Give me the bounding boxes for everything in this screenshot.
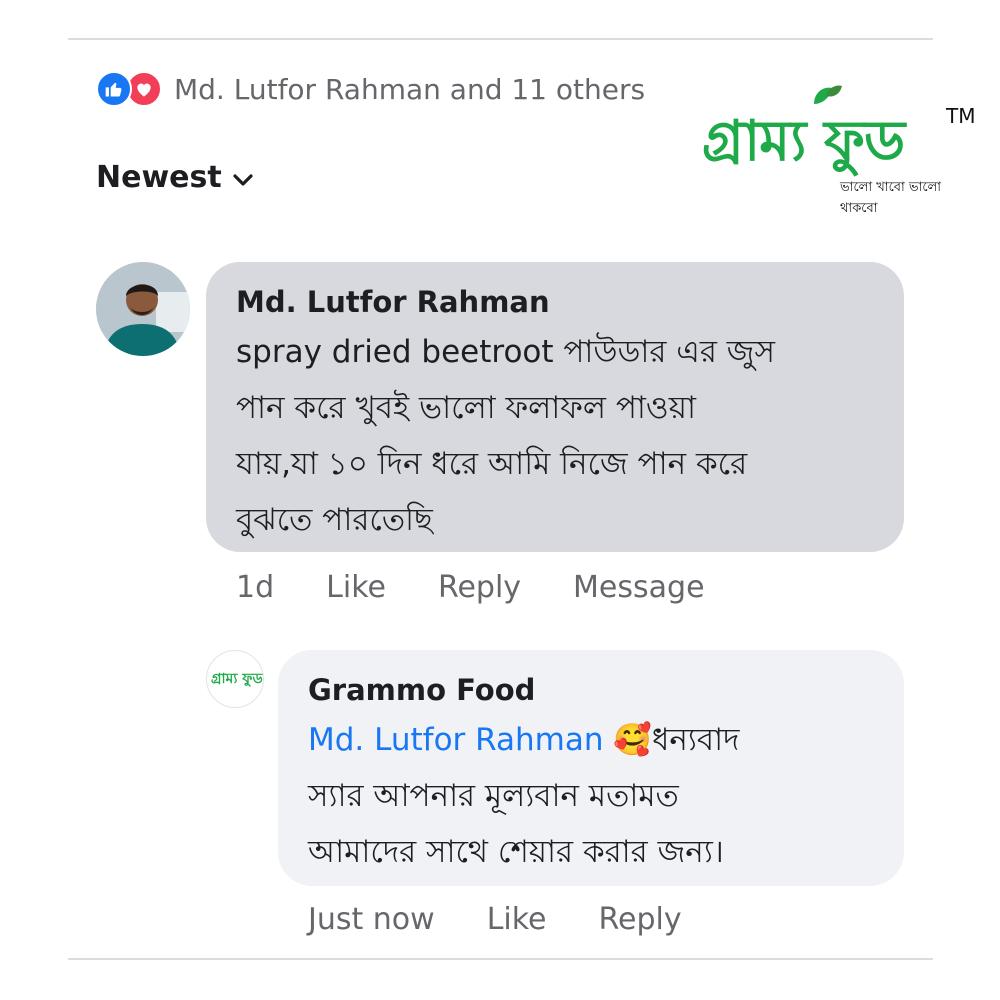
comment-line: spray dried beetroot পাউডার এর জুস: [236, 334, 775, 370]
comment-body: spray dried beetroot পাউডার এর জুস পান ক…: [236, 324, 876, 548]
reply-body: Md. Lutfor Rahman 🥰ধন্যবাদ স্যার আপনার ম…: [308, 712, 876, 880]
reply-line-tail: ধন্যবাদ: [651, 722, 740, 758]
mention-link[interactable]: Md. Lutfor Rahman: [308, 722, 603, 758]
reply-line: Md. Lutfor Rahman 🥰ধন্যবাদ: [308, 712, 876, 768]
like-reaction-icon: [96, 71, 132, 107]
comment-line: যায়,যা ১০ দিন ধরে আমি নিজে পান করে: [236, 446, 748, 482]
comment-actions: 1d Like Reply Message: [236, 570, 757, 605]
comment-line: বুঝতে পারতেছি: [236, 502, 433, 538]
sort-label: Newest: [96, 160, 222, 195]
comment-timestamp[interactable]: 1d: [236, 570, 274, 605]
smiling-hearts-emoji-icon: 🥰: [613, 722, 652, 758]
chevron-down-icon: [233, 173, 253, 186]
reaction-names: Md. Lutfor Rahman and 11 others: [174, 72, 646, 106]
reply-line: স্যার আপনার মূল্যবান মতামত: [308, 778, 679, 814]
page-avatar-logo: গ্রাম্য ফুড: [211, 671, 263, 687]
reply-button[interactable]: Reply: [599, 902, 682, 937]
page-avatar[interactable]: গ্রাম্য ফুড: [206, 650, 264, 708]
message-button[interactable]: Message: [573, 570, 704, 605]
brand-tagline: ভালো খাবো ভালো থাকবো: [840, 180, 942, 216]
reply-bubble: Grammo Food Md. Lutfor Rahman 🥰ধন্যবাদ স…: [278, 650, 904, 886]
user-photo-icon: [96, 262, 190, 356]
sort-dropdown[interactable]: Newest: [96, 160, 254, 195]
reply-actions: Just now Like Reply: [308, 902, 734, 937]
trademark-mark: TM: [946, 104, 976, 128]
comment-bubble: Md. Lutfor Rahman spray dried beetroot প…: [206, 262, 904, 552]
like-button[interactable]: Like: [326, 570, 386, 605]
comment-author[interactable]: Md. Lutfor Rahman: [236, 280, 876, 324]
reactions-summary[interactable]: Md. Lutfor Rahman and 11 others: [96, 70, 645, 108]
like-button[interactable]: Like: [487, 902, 547, 937]
comment-line: পান করে খুবই ভালো ফলাফল পাওয়া: [236, 390, 696, 426]
bottom-divider: [68, 958, 933, 960]
brand-logo: গ্রাম্য ফুড TM ভালো খাবো ভালো থাকবো: [698, 84, 978, 216]
reply-timestamp[interactable]: Just now: [308, 902, 435, 937]
reply-line: আমাদের সাথে শেয়ার করার জন্য।: [308, 834, 724, 870]
reply-author[interactable]: Grammo Food: [308, 668, 876, 712]
avatar[interactable]: [96, 262, 190, 356]
top-divider: [68, 38, 933, 40]
reply-button[interactable]: Reply: [438, 570, 521, 605]
